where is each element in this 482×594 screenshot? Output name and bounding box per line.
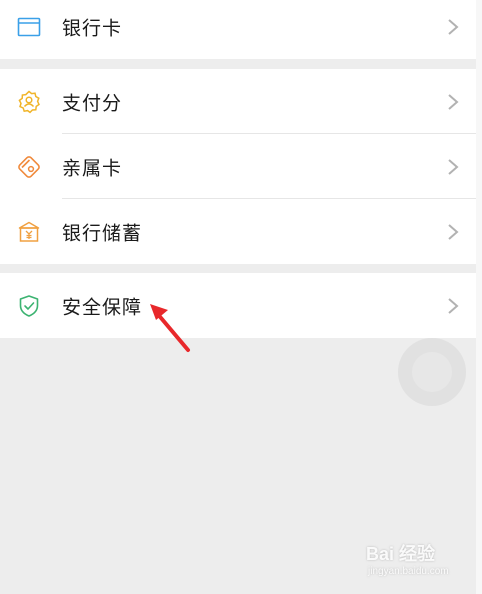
chevron-right-icon: [448, 223, 459, 240]
screen-edge: [476, 0, 482, 594]
family-card-icon: [18, 155, 40, 178]
menu-item-family-card[interactable]: 亲属卡: [0, 134, 476, 199]
menu-group-services: 支付分 亲属卡 银行储蓄: [0, 69, 476, 264]
wallet-menu-screen: 银行卡 支付分 亲属卡 银行储蓄 安全保障 Bai 经验 jingyan.bai…: [0, 0, 476, 594]
watermark-url: jingyan.baidu.com: [368, 566, 449, 577]
menu-item-bank-savings[interactable]: 银行储蓄: [0, 199, 476, 264]
bank-savings-icon: [18, 221, 40, 242]
menu-item-label: 支付分: [62, 92, 123, 114]
menu-item-security[interactable]: 安全保障: [0, 273, 476, 338]
watermark-logo: Bai 经验 jingyan.baidu.com: [366, 540, 466, 586]
watermark-brand: Bai 经验: [366, 544, 436, 564]
menu-item-payment-score[interactable]: 支付分: [0, 69, 476, 134]
chevron-right-icon: [448, 93, 459, 110]
chevron-right-icon: [448, 18, 459, 35]
floating-assistive-ball[interactable]: [398, 338, 466, 406]
payment-score-icon: [18, 89, 40, 113]
chevron-right-icon: [448, 158, 459, 175]
menu-group-cards: 银行卡: [0, 0, 476, 59]
menu-item-label: 亲属卡: [62, 157, 123, 179]
menu-item-label: 安全保障: [62, 296, 143, 318]
menu-item-label: 银行卡: [62, 17, 123, 39]
red-arrow-annotation: [150, 304, 190, 352]
shield-icon: [19, 294, 39, 317]
menu-item-bank-card[interactable]: 银行卡: [0, 0, 476, 59]
bank-card-icon: [17, 17, 41, 36]
chevron-right-icon: [448, 297, 459, 314]
menu-item-label: 银行储蓄: [62, 222, 143, 244]
menu-group-security: 安全保障: [0, 273, 476, 338]
